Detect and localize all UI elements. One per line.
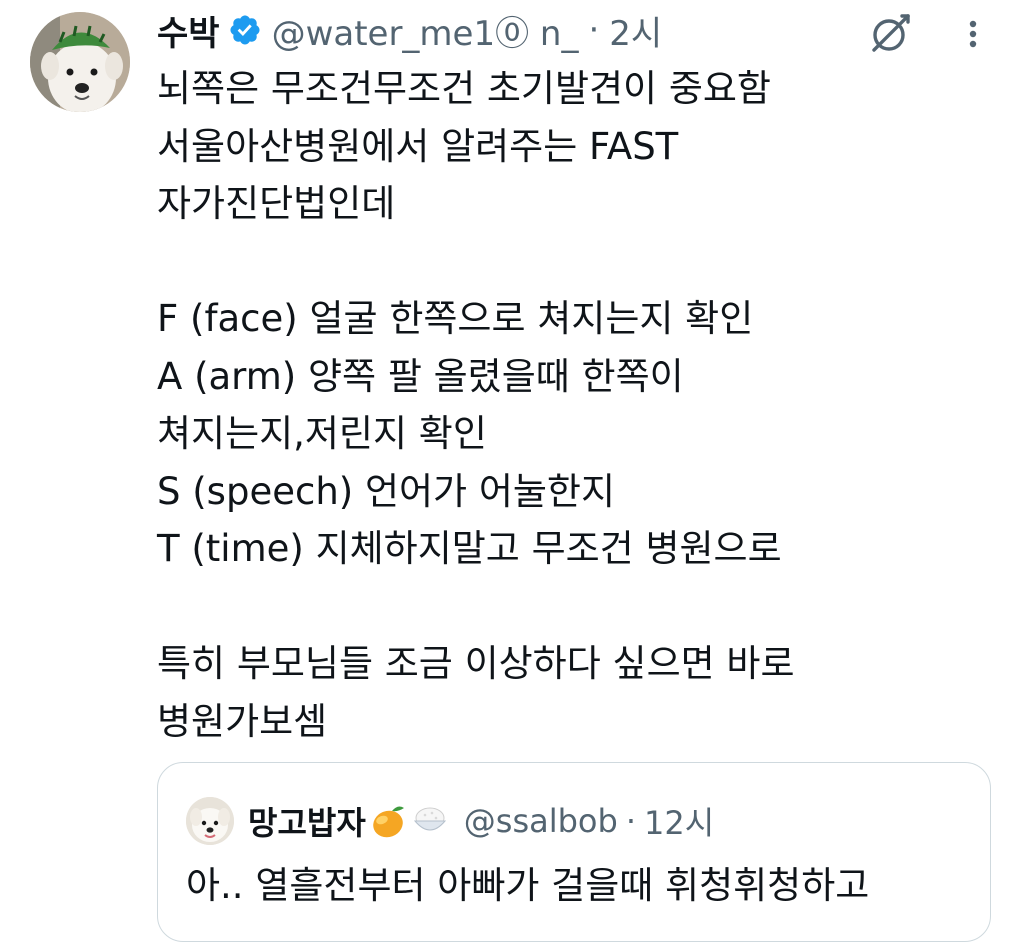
tweet-timestamp[interactable]: 2시	[609, 6, 662, 55]
author-handle[interactable]: @water_me1⓪ n_	[272, 6, 579, 55]
tweet-body-line	[157, 578, 987, 636]
more-vertical-icon[interactable]	[958, 14, 988, 54]
tweet-body-line: A (arm) 양쪽 팔 올렸을때 한쪽이	[157, 354, 684, 398]
tweet-body-line	[157, 233, 987, 291]
tweet-body-line: T (time) 지체하지말고 무조건 병원으로	[157, 527, 782, 570]
quoted-tweet-timestamp[interactable]: 12시	[644, 798, 714, 844]
quoted-author-handle[interactable]: @ssalbob	[464, 802, 618, 840]
quoted-tweet-text: 아.. 열흘전부터 아빠가 걸을때 휘청휘청하고	[186, 864, 870, 907]
tweet-body-line: 병원가보셈	[157, 699, 328, 743]
tweet-body-line: 쳐지는지,저린지 확인	[157, 412, 487, 455]
quoted-tweet-header: 망고밥자 @ssalbob · 12시	[186, 797, 714, 845]
quoted-tweet[interactable]: 망고밥자 @ssalbob · 12시 아.. 열흘전부터 아빠가 걸을때 휘청…	[157, 762, 991, 942]
tweet-header: 수박 @water_me1⓪ n_ · 2시	[157, 6, 662, 55]
author-avatar[interactable]	[30, 12, 130, 112]
header-separator: ·	[588, 10, 600, 50]
tweet-body-line: S (speech) 언어가 어눌한지	[157, 469, 616, 513]
mango-emoji-icon	[368, 801, 408, 841]
tweet-body-line: F (face) 얼굴 한쪽으로 쳐지는지 확인	[157, 297, 754, 340]
tweet-body-line: 서울아산병원에서 알려주는 FAST	[157, 124, 679, 168]
quoted-header-separator: ·	[625, 802, 636, 840]
tweet-body: 뇌쪽은 무조건무조건 초기발견이 중요함 서울아산병원에서 알려주는 FAST …	[157, 60, 987, 750]
tweet-body-line: 뇌쪽은 무조건무조건 초기발견이 중요함	[157, 67, 771, 110]
tweet-body-line: 자가진단법인데	[157, 182, 396, 225]
quoted-author-avatar[interactable]	[186, 797, 234, 845]
verified-badge-icon[interactable]	[228, 13, 262, 47]
tweet-body-line: 특히 부모님들 조금 이상하다 싶으면 바로	[157, 642, 795, 685]
tweet[interactable]: 수박 @water_me1⓪ n_ · 2시 뇌쪽은 무조건무조건 초기발견이 …	[0, 0, 1024, 942]
author-display-name[interactable]: 수박	[157, 6, 220, 55]
quoted-author-display-name[interactable]: 망고밥자	[248, 798, 366, 844]
grok-icon[interactable]	[868, 10, 914, 56]
rice-bowl-emoji-icon	[410, 801, 450, 841]
